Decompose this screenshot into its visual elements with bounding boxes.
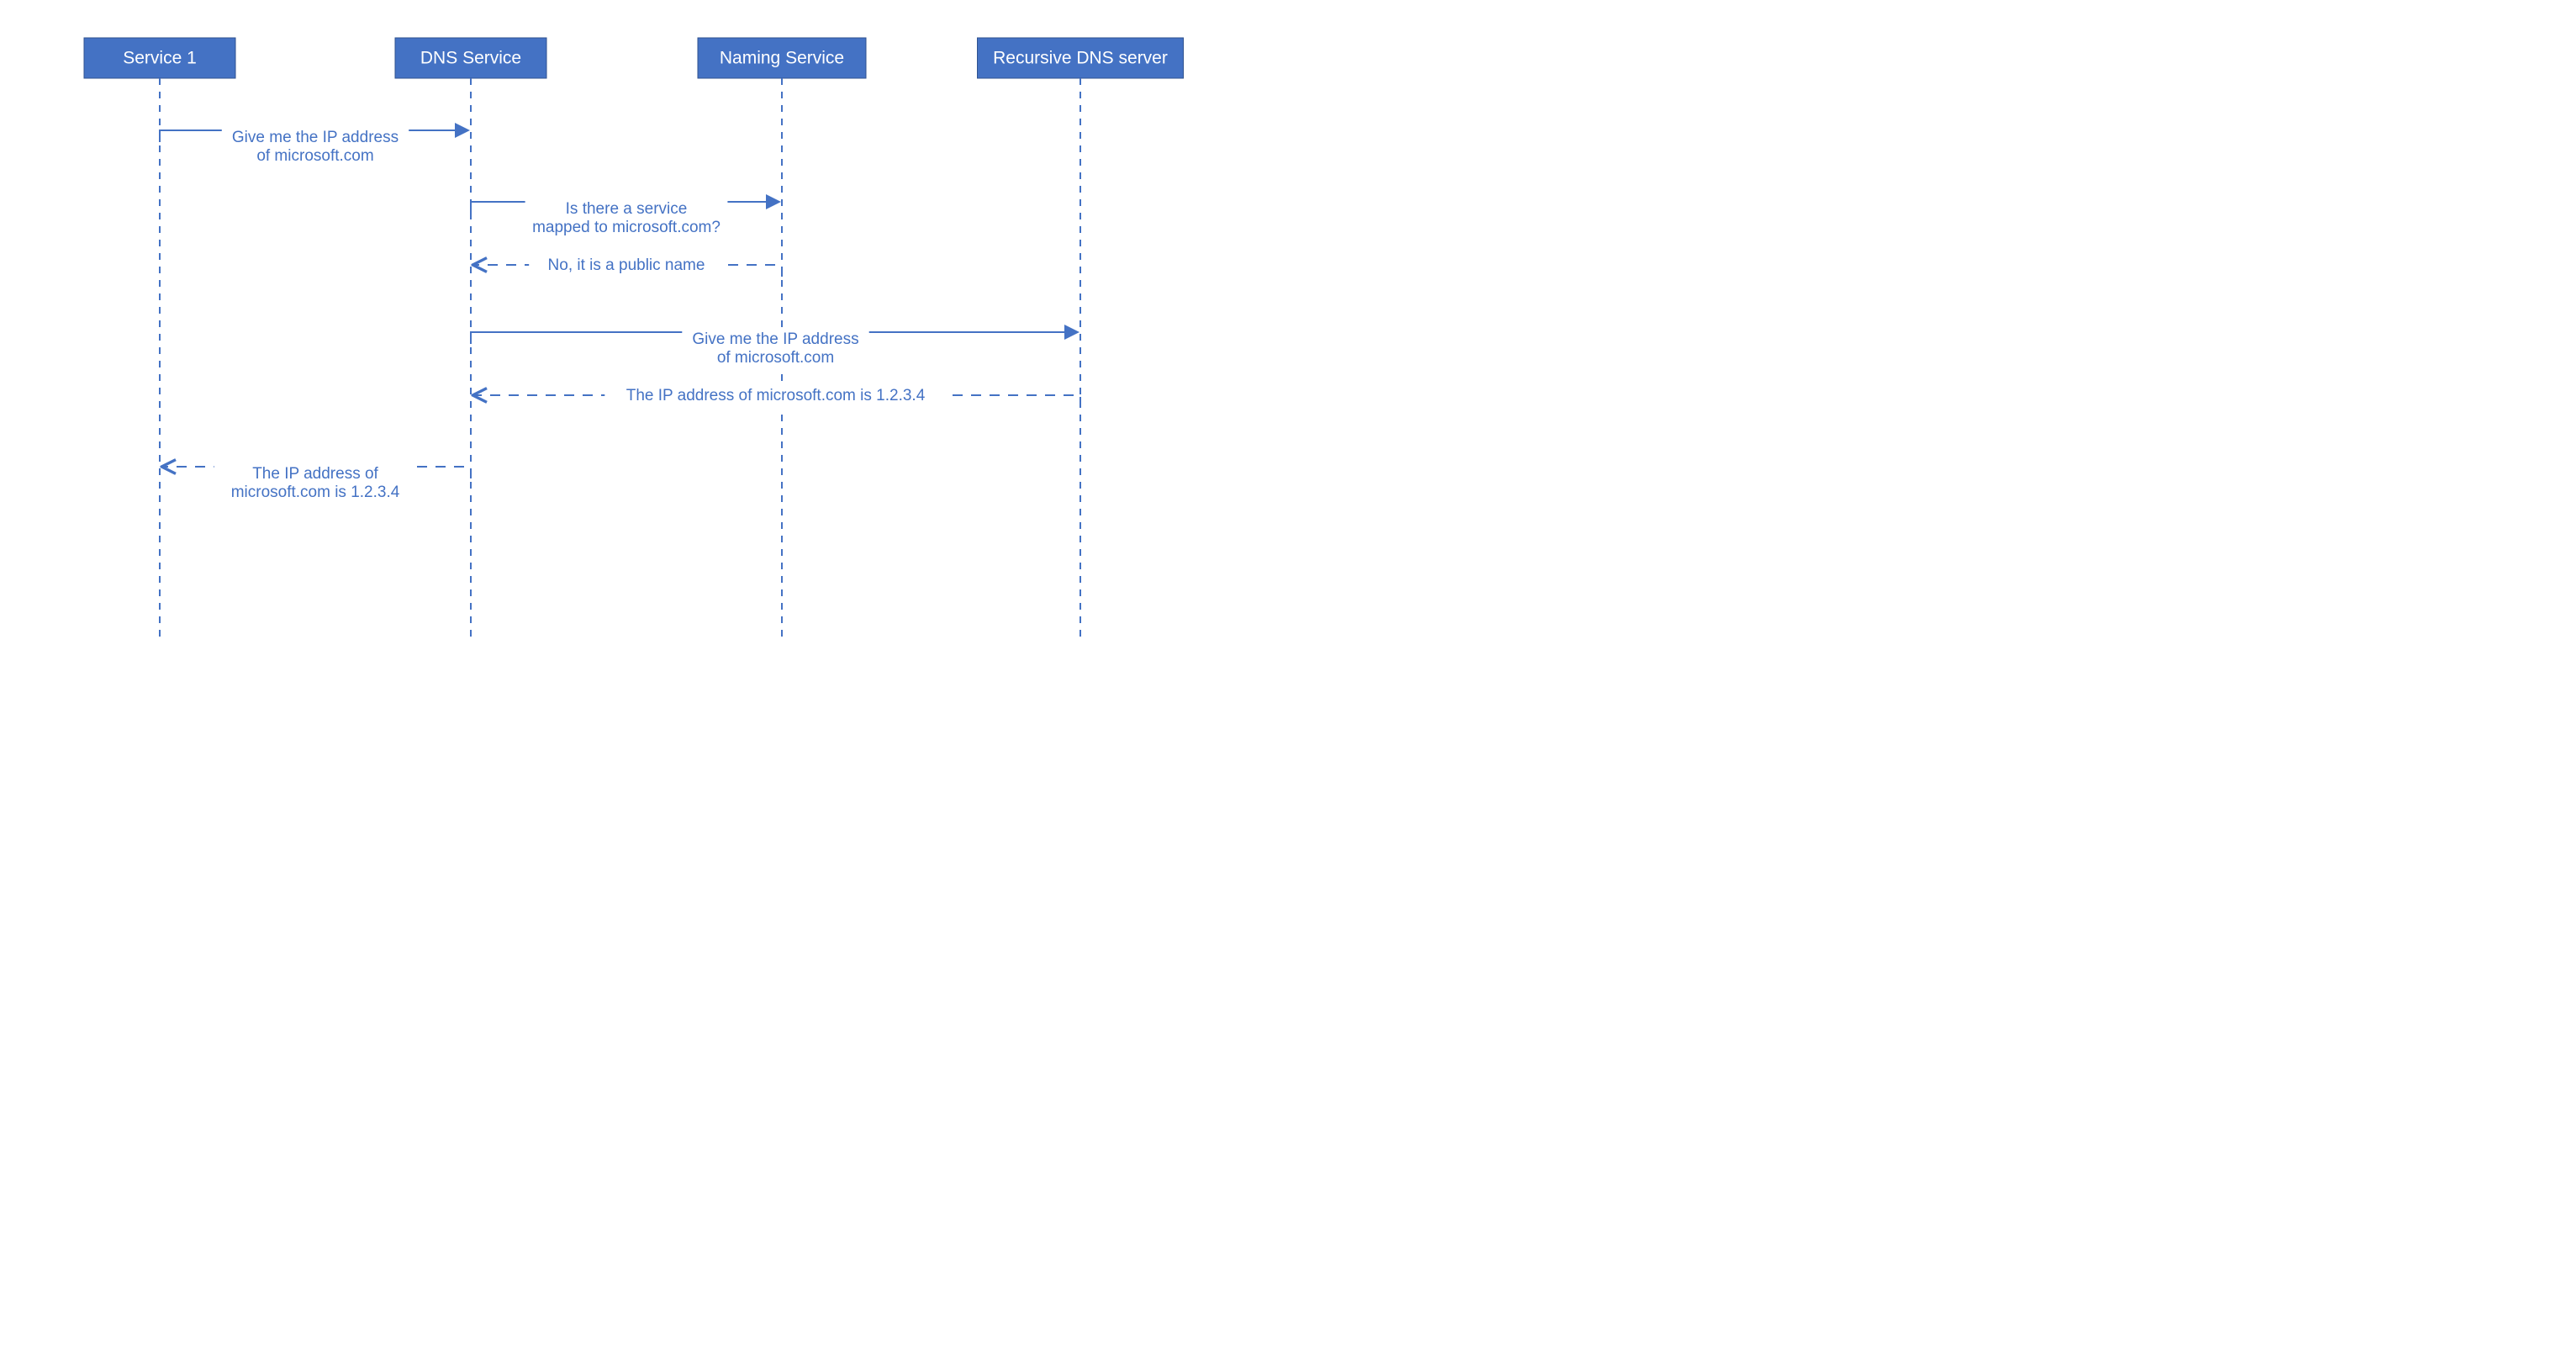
message-label-4: The IP address of microsoft.com is 1.2.3… bbox=[626, 387, 926, 404]
sequence-diagram: Service 1 DNS Service Naming Service Recurs… bbox=[0, 0, 1288, 677]
participant-label-p3: Naming Service bbox=[720, 49, 844, 68]
message-label-5: The IP address ofmicrosoft.com is 1.2.3.… bbox=[231, 465, 400, 501]
message-label-0: Give me the IP addressof microsoft.com bbox=[232, 129, 399, 165]
participant-label-p2: DNS Service bbox=[420, 49, 521, 68]
participant-label-p4: Recursive DNS server bbox=[993, 49, 1168, 68]
message-label-2: No, it is a public name bbox=[548, 256, 705, 274]
message-label-3: Give me the IP addressof microsoft.com bbox=[692, 330, 858, 367]
participant-label-p1: Service 1 bbox=[123, 49, 197, 68]
